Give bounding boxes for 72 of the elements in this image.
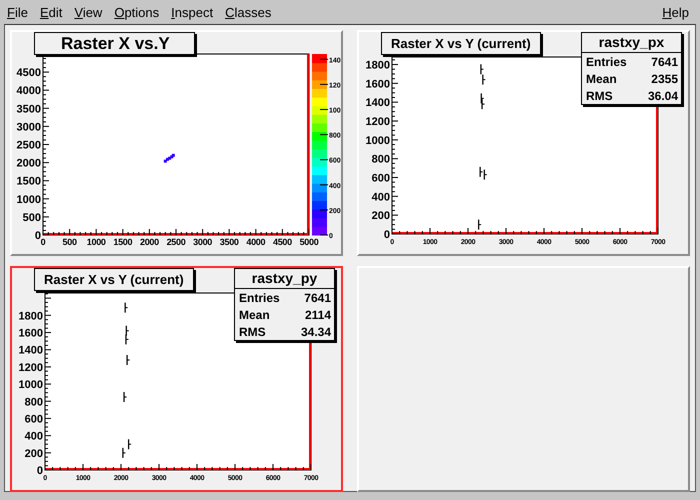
axis-label: 0: [36, 465, 43, 477]
axis-label: 5000: [300, 237, 318, 247]
axis-label: 0: [34, 230, 41, 242]
stats-label: Entries: [586, 55, 627, 69]
canvas-pad[interactable]: [357, 266, 690, 492]
axis-label: 0: [40, 237, 46, 247]
axis-label: 1200: [366, 116, 390, 128]
stats-value: 2355: [651, 72, 678, 86]
stats-value: 36.04: [648, 89, 678, 103]
menu-item[interactable]: View: [70, 2, 110, 22]
stats-value: 2114: [304, 308, 331, 322]
axis-label: 1800: [18, 310, 43, 322]
axis-label: 3000: [16, 121, 41, 134]
stats-value: 7641: [651, 55, 678, 69]
axis-label: 1400: [366, 97, 390, 110]
stats-label: Mean: [239, 308, 270, 322]
axis-label: 1400: [18, 344, 43, 357]
axis-label: 800: [372, 154, 390, 166]
axis-label: 1600: [366, 78, 390, 90]
axis-label: 1600: [18, 328, 43, 340]
axis-label: 1800: [366, 60, 390, 72]
menu-item[interactable]: Classes: [221, 2, 280, 22]
stats-label: Entries: [239, 291, 280, 305]
axis-label: 800: [24, 396, 43, 408]
axis-label: 1500: [16, 176, 41, 188]
axis-label: 1000: [86, 237, 106, 247]
axis-label: 3500: [220, 237, 239, 247]
axis-label: 200: [372, 210, 390, 222]
stats-title: rastxy_px: [582, 33, 681, 53]
axis-label: 1000: [18, 379, 43, 392]
axis-label: 2000: [140, 237, 159, 247]
axis-label: 4000: [246, 237, 266, 247]
data-point: [124, 302, 128, 313]
menu-item[interactable]: Inspect: [167, 2, 222, 22]
axis-label: 400: [24, 430, 43, 443]
data-point: [478, 220, 482, 230]
axis-label: 3500: [16, 103, 41, 116]
axis-label: 600: [24, 413, 43, 426]
menu-item[interactable]: File: [3, 2, 36, 22]
stats-value: 34.34: [300, 325, 331, 339]
stats-value: 7641: [304, 291, 331, 305]
stats-label: RMS: [586, 89, 613, 103]
stats-label: Mean: [586, 72, 617, 86]
axis-label: 0: [384, 229, 390, 241]
menu-item[interactable]: Options: [110, 2, 168, 22]
axis-label: 2000: [16, 158, 41, 170]
data-point: [126, 355, 130, 366]
axis-label: 3000: [193, 237, 212, 247]
plot-title: Raster X vs Y (current): [381, 32, 541, 55]
menu-item[interactable]: Edit: [36, 2, 70, 22]
axis-label: 1000: [16, 194, 41, 206]
plot-title: Raster X vs Y (current): [34, 268, 194, 291]
axis-label: 200: [24, 448, 43, 460]
axis-label: 4500: [272, 237, 292, 247]
data-point: [123, 392, 127, 402]
axis-label: 500: [22, 212, 41, 224]
menu-item[interactable]: Help: [658, 2, 697, 22]
data-point: [122, 448, 126, 458]
axis-label: 2500: [166, 237, 186, 247]
stats-title: rastxy_py: [235, 269, 334, 289]
axis-label: 4500: [16, 67, 41, 80]
axis-label: 400: [372, 191, 390, 204]
axis-label: 500: [62, 237, 77, 247]
axis-label: 2500: [16, 140, 41, 152]
stats-label: RMS: [239, 325, 266, 339]
axis-label: 1200: [18, 362, 43, 374]
data-point: [128, 439, 132, 450]
axis-label: 1500: [113, 237, 132, 247]
plot-title: Raster X vs.Y: [34, 32, 195, 55]
axis-label: 600: [372, 172, 390, 184]
axis-label: 1000: [366, 134, 390, 147]
axis-label: 4000: [16, 85, 41, 98]
